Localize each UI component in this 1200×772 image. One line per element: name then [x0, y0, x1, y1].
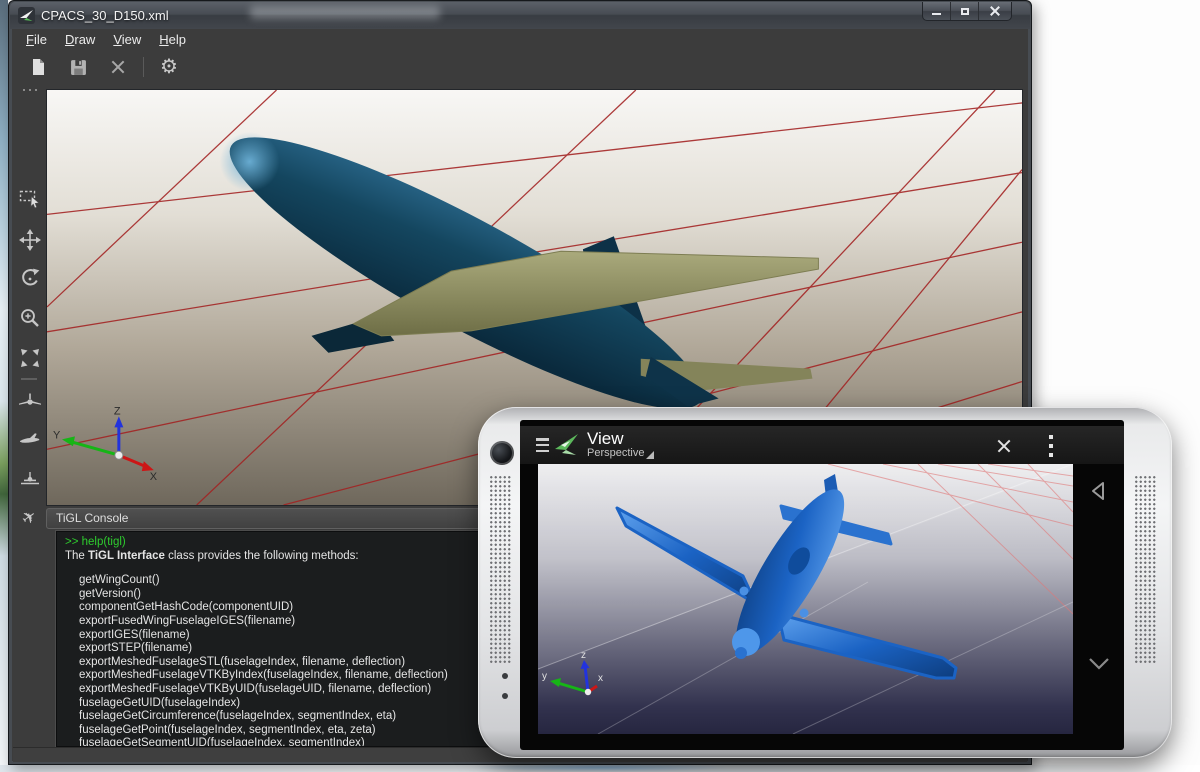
- window-controls: [922, 2, 1012, 21]
- desktop: CPACS_30_D150.xml File Draw View Help: [0, 0, 1200, 772]
- save-button[interactable]: [63, 53, 93, 81]
- phone-axis-z-label: z: [581, 650, 586, 661]
- view-perspective-button[interactable]: ✈: [17, 505, 42, 530]
- view-top-button[interactable]: [17, 465, 42, 490]
- plane-perspective-icon: ✈: [19, 506, 40, 528]
- phone-speaker-grille-right: [1134, 475, 1157, 665]
- background-window-smudge: [250, 6, 440, 19]
- phone-view-titles[interactable]: View Perspective: [587, 430, 654, 459]
- chevron-down-icon: [1087, 656, 1111, 672]
- fighter-spinner: [735, 647, 747, 659]
- phone-sensor-dot: [502, 693, 508, 699]
- dropdown-triangle-icon: [646, 451, 654, 459]
- select-tool-icon: [18, 187, 42, 211]
- phone-camera: [490, 441, 514, 465]
- phone-view-mode-label: Perspective: [587, 448, 644, 460]
- window-title: CPACS_30_D150.xml: [41, 8, 169, 23]
- phone-axis-y-label: y: [542, 671, 547, 682]
- phone-back-button[interactable]: [1073, 480, 1124, 502]
- aircraft-nose-highlight: [220, 132, 280, 192]
- pan-icon: [18, 228, 42, 252]
- phone-screen: View Perspective: [520, 420, 1124, 750]
- overflow-menu-button[interactable]: [1044, 435, 1058, 457]
- axis-z-label: Z: [114, 405, 121, 417]
- zoom-tool-button[interactable]: [17, 305, 42, 330]
- new-file-icon: [30, 58, 47, 76]
- toolbar-drag-handle[interactable]: [19, 87, 41, 93]
- phone-viewport-canvas: z y x: [538, 464, 1073, 734]
- menu-draw[interactable]: Draw: [56, 30, 104, 49]
- axis-x-label: X: [150, 471, 158, 483]
- gear-icon: ⚙: [160, 57, 178, 77]
- title-bar[interactable]: CPACS_30_D150.xml: [10, 2, 1030, 29]
- minimize-icon: [932, 13, 941, 15]
- plane-side-view-icon: [18, 427, 42, 451]
- phone-3d-viewport[interactable]: z y x: [538, 464, 1073, 734]
- console-title: TiGL Console: [56, 511, 128, 525]
- menu-file[interactable]: File: [17, 30, 56, 49]
- close-button[interactable]: [979, 2, 1011, 20]
- maximize-button[interactable]: [951, 2, 979, 20]
- close-document-button[interactable]: [103, 53, 133, 81]
- view-front-button[interactable]: [17, 388, 42, 413]
- settings-button[interactable]: ⚙: [154, 53, 184, 81]
- menu-help[interactable]: Help: [150, 30, 195, 49]
- desktop-background-strip: [0, 0, 8, 772]
- view-side-button[interactable]: [17, 426, 42, 451]
- phone-sensor-dot: [502, 673, 508, 679]
- select-tool-button[interactable]: [17, 186, 42, 211]
- maximize-icon: [961, 8, 969, 15]
- zoom-icon: [18, 306, 42, 330]
- pan-tool-button[interactable]: [17, 227, 42, 252]
- phone-close-button[interactable]: [990, 434, 1018, 458]
- fit-all-button[interactable]: [17, 345, 42, 370]
- toolbar-separator: [143, 57, 144, 77]
- phone-collapse-button[interactable]: [1073, 656, 1124, 672]
- phone-action-bar: View Perspective: [520, 426, 1124, 464]
- sidebar-separator: [21, 378, 37, 380]
- rotate-icon: [18, 267, 42, 291]
- fit-all-icon: [18, 346, 42, 370]
- phone-screen-title: View: [587, 430, 654, 448]
- phone-view-mode-dropdown[interactable]: Perspective: [587, 448, 654, 460]
- app-logo-plane-icon: [18, 7, 35, 24]
- phone-axis-x-label: x: [598, 673, 603, 684]
- tool-sidebar: ✈: [13, 85, 46, 510]
- smartphone: View Perspective: [478, 407, 1172, 758]
- toolbar: ⚙: [13, 49, 1027, 85]
- close-icon: [999, 441, 1010, 452]
- close-document-icon: [113, 62, 124, 73]
- tigl-plane-icon: [553, 432, 580, 459]
- minimize-button[interactable]: [923, 2, 951, 20]
- phone-speaker-grille-left: [489, 475, 512, 665]
- nav-drawer-icon[interactable]: [536, 438, 549, 452]
- save-icon: [70, 59, 87, 76]
- back-triangle-icon: [1088, 480, 1110, 502]
- axis-y-label: Y: [53, 429, 61, 441]
- rotate-tool-button[interactable]: [17, 266, 42, 291]
- new-file-button[interactable]: [23, 53, 53, 81]
- menu-bar: File Draw View Help: [13, 29, 1027, 49]
- plane-top-view-icon: [18, 466, 42, 490]
- plane-front-view-icon: [18, 389, 42, 413]
- menu-view[interactable]: View: [104, 30, 150, 49]
- close-icon: [990, 6, 1001, 17]
